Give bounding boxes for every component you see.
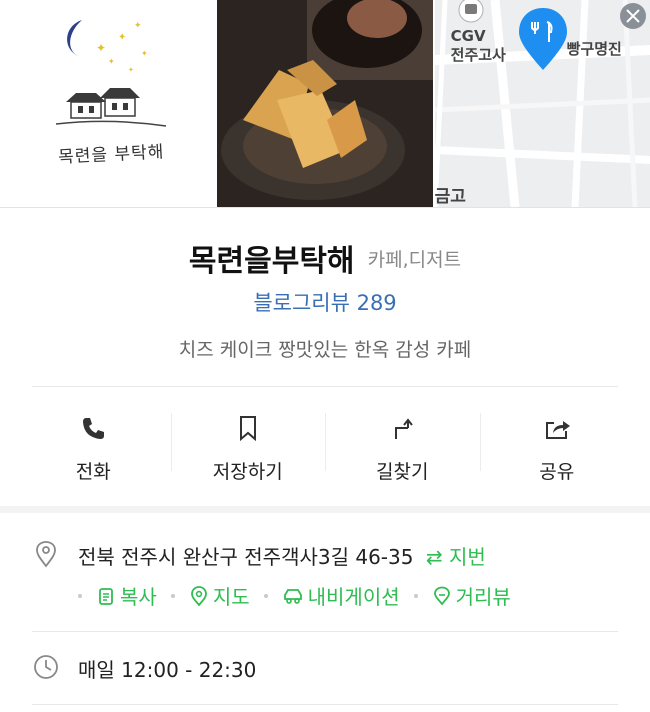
place-description: 치즈 케이크 짱맛있는 한옥 감성 카페 bbox=[178, 339, 472, 361]
save-label: 저장하기 bbox=[212, 461, 283, 483]
copy-label: 복사 bbox=[120, 585, 157, 609]
action-bar: 전화 저장하기 길찾기 공유 bbox=[16, 391, 634, 491]
divider bbox=[32, 386, 618, 387]
photo-logo[interactable]: ✦ ✦ ✦ ✦ ✦ ✦ 목련을 부탁해 bbox=[0, 0, 216, 207]
link-dot bbox=[263, 593, 268, 598]
logo-illustration: ✦ ✦ ✦ ✦ ✦ ✦ bbox=[55, 20, 167, 127]
svg-text:✦: ✦ bbox=[128, 66, 134, 74]
blog-review-link[interactable]: 블로그리뷰 289 bbox=[0, 287, 650, 317]
map-label-bottom: 금고 bbox=[434, 187, 466, 207]
map-marker-icon bbox=[190, 585, 207, 606]
place-name: 목련을부탁해 bbox=[188, 244, 355, 279]
phone-icon bbox=[83, 418, 105, 439]
address-row: 전북 전주시 완산구 전주객사3길 46-35 ⇄ 지번 bbox=[78, 541, 486, 570]
streetview-icon bbox=[433, 586, 450, 605]
map-label-cgv: CGV 전주고사 bbox=[450, 27, 506, 64]
navigation-label: 내비게이션 bbox=[307, 585, 400, 609]
address-text: 전북 전주시 완산구 전주객사3길 46-35 bbox=[78, 545, 414, 569]
streetview-link[interactable]: 거리뷰 bbox=[432, 581, 511, 610]
save-button[interactable]: 저장하기 bbox=[170, 391, 326, 491]
copy-icon bbox=[99, 587, 113, 605]
link-dot bbox=[413, 593, 418, 598]
share-icon bbox=[545, 421, 570, 439]
directions-button[interactable]: 길찾기 bbox=[325, 391, 480, 491]
map-label: 지도 bbox=[212, 585, 250, 609]
swap-icon: ⇄ bbox=[425, 545, 443, 569]
directions-icon bbox=[395, 418, 414, 439]
directions-label: 길찾기 bbox=[376, 461, 429, 483]
place-category: 카페,디저트 bbox=[367, 248, 462, 271]
streetview-label: 거리뷰 bbox=[455, 585, 511, 609]
divider bbox=[32, 631, 618, 632]
title-row: 목련을부탁해 카페,디저트 bbox=[0, 236, 650, 280]
jibeon-toggle[interactable]: ⇄ 지번 bbox=[426, 545, 486, 569]
location-pin-icon bbox=[36, 541, 56, 568]
car-icon bbox=[283, 588, 302, 604]
link-dot bbox=[170, 593, 175, 598]
photo-divider bbox=[0, 207, 650, 208]
cheesecake-illustration bbox=[217, 0, 433, 207]
section-band bbox=[0, 506, 650, 513]
address-links: 복사 지도 내비게이션 거리뷰 bbox=[78, 581, 511, 610]
svg-text:✦: ✦ bbox=[141, 49, 148, 58]
photo-map[interactable]: CGV 전주고사 빵구명진 금고 bbox=[434, 0, 650, 207]
jibeon-label: 지번 bbox=[448, 545, 486, 569]
navigation-link[interactable]: 내비게이션 bbox=[282, 581, 400, 610]
svg-text:✦: ✦ bbox=[96, 41, 106, 55]
copy-link[interactable]: 복사 bbox=[96, 581, 157, 610]
bookmark-icon bbox=[239, 416, 256, 442]
map-link[interactable]: 지도 bbox=[189, 581, 250, 610]
link-dot bbox=[78, 593, 82, 598]
svg-text:✦: ✦ bbox=[134, 21, 142, 31]
divider bbox=[32, 704, 618, 705]
svg-text:✦: ✦ bbox=[118, 32, 126, 43]
share-label: 공유 bbox=[539, 461, 575, 483]
svg-text:✦: ✦ bbox=[108, 57, 115, 66]
hours-text[interactable]: 매일 12:00 - 22:30 bbox=[78, 654, 256, 683]
clock-icon bbox=[34, 655, 58, 679]
call-button[interactable]: 전화 bbox=[16, 391, 171, 491]
photo-cheesecake[interactable] bbox=[217, 0, 433, 207]
map-label-right: 빵구명진 bbox=[566, 40, 622, 58]
call-label: 전화 bbox=[75, 461, 111, 483]
photo-strip: ✦ ✦ ✦ ✦ ✦ ✦ 목련을 부탁해 CGV 전주고사 빵구명진 금고 bbox=[0, 0, 650, 207]
share-button[interactable]: 공유 bbox=[479, 391, 635, 491]
